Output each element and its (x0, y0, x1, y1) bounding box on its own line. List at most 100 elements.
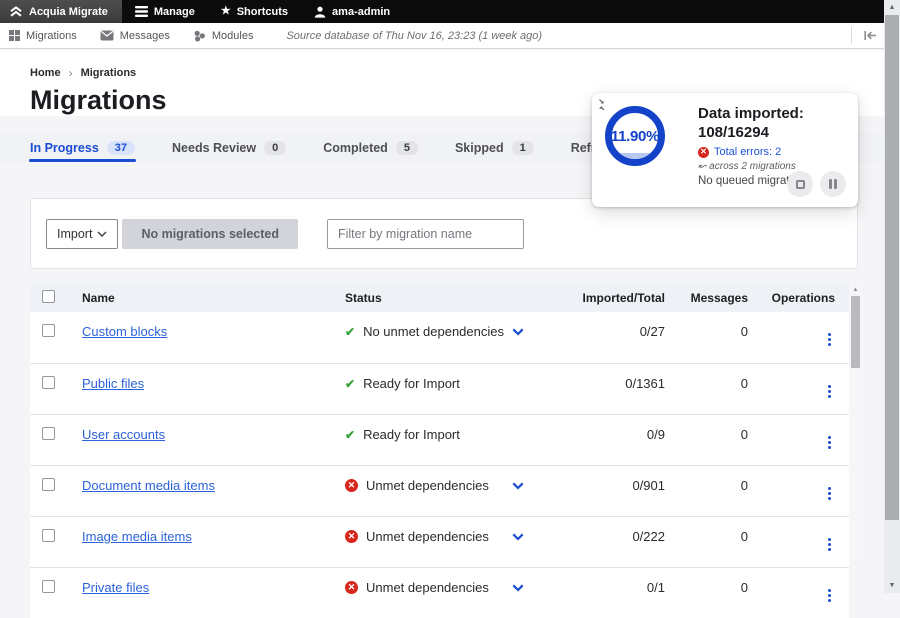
row-operations-cell (748, 529, 849, 553)
expand-chevron-icon[interactable] (512, 584, 524, 592)
migrations-table: Name Status Imported/Total Messages Oper… (30, 284, 862, 560)
error-icon: ✕ (345, 530, 358, 543)
migration-name-link[interactable]: Image media items (82, 529, 192, 544)
tab-skipped[interactable]: Skipped1 (455, 133, 534, 162)
kebab-menu-icon[interactable] (824, 383, 835, 400)
stop-import-button[interactable] (787, 171, 813, 197)
acquia-migrate-brand[interactable]: Acquia Migrate (0, 0, 122, 23)
user-menu[interactable]: ama-admin (301, 0, 403, 23)
table-row: Document media items✕Unmet dependencies0… (30, 465, 849, 516)
row-checkbox-cell (30, 324, 82, 340)
row-status-cell: ✔Ready for Import (345, 376, 560, 391)
migration-name-link[interactable]: Custom blocks (82, 324, 167, 339)
expand-chevron-icon[interactable] (512, 328, 524, 336)
migration-name-link[interactable]: User accounts (82, 427, 165, 442)
row-operations-cell (748, 478, 849, 502)
select-all-checkbox[interactable] (42, 290, 55, 303)
migration-name-filter-input[interactable] (327, 219, 524, 249)
expand-chevron-icon[interactable] (512, 482, 524, 490)
data-imported-count: 108/16294 (698, 123, 850, 142)
status-label: Unmet dependencies (366, 478, 489, 493)
tab-in-progress[interactable]: In Progress 37 (30, 133, 135, 162)
acquia-logo-icon (9, 5, 23, 18)
row-name-cell: Image media items (82, 529, 345, 544)
kebab-menu-icon[interactable] (824, 536, 835, 553)
table-scrollbar[interactable]: ▲ (849, 284, 862, 560)
kebab-menu-icon[interactable] (824, 331, 835, 348)
tab-label: In Progress (30, 141, 99, 155)
page-scrollbar-thumb[interactable] (885, 15, 899, 520)
shortcuts-menu[interactable]: ★ Shortcuts (208, 0, 301, 23)
toolbar-item-migrations[interactable]: Migrations (9, 30, 77, 42)
row-checkbox[interactable] (42, 324, 55, 337)
status-label: Unmet dependencies (366, 529, 489, 544)
pin-left-icon (863, 30, 878, 41)
migration-name-link[interactable]: Public files (82, 376, 144, 391)
kebab-menu-icon[interactable] (824, 485, 835, 502)
pause-import-button[interactable] (820, 171, 846, 197)
manage-menu[interactable]: Manage (122, 0, 208, 23)
row-checkbox-cell (30, 427, 82, 443)
tab-needs-review[interactable]: Needs Review0 (172, 133, 286, 162)
messages-count: 0 (665, 376, 748, 391)
admin-toolbar: Acquia Migrate Manage ★ Shortcuts ama-ad… (0, 0, 900, 23)
error-icon: ✕ (698, 147, 709, 158)
expand-chevron-icon[interactable] (512, 533, 524, 541)
import-progress-card: 11.90% Data imported: 108/16294 ✕ Total … (592, 93, 858, 207)
kebab-menu-icon[interactable] (824, 587, 835, 604)
status-label: Ready for Import (363, 376, 460, 391)
migration-name-link[interactable]: Document media items (82, 478, 215, 493)
row-checkbox-cell (30, 478, 82, 494)
row-checkbox-cell (30, 376, 82, 392)
row-checkbox-cell (30, 580, 82, 596)
row-checkbox[interactable] (42, 376, 55, 389)
main-content: Import No migrations selected Name Statu… (0, 162, 900, 560)
progress-ring: 11.90% (605, 106, 665, 166)
modules-icon (193, 30, 206, 42)
row-operations-cell (748, 427, 849, 451)
breadcrumb-current-link[interactable]: Migrations (81, 67, 137, 79)
breadcrumb-home-link[interactable]: Home (30, 67, 61, 79)
table-header-row: Name Status Imported/Total Messages Oper… (30, 284, 849, 312)
status-label: No unmet dependencies (363, 324, 504, 339)
envelope-icon (100, 30, 114, 41)
row-checkbox[interactable] (42, 427, 55, 440)
row-checkbox[interactable] (42, 478, 55, 491)
column-header-status: Status (345, 291, 560, 305)
row-name-cell: Document media items (82, 478, 345, 493)
total-errors-link[interactable]: ✕ Total errors: 2 (698, 146, 850, 158)
toolbar-item-messages[interactable]: Messages (100, 30, 170, 42)
row-checkbox[interactable] (42, 580, 55, 593)
messages-label: Messages (120, 30, 170, 42)
kebab-menu-icon[interactable] (824, 434, 835, 451)
tab-completed[interactable]: Completed5 (323, 133, 418, 162)
filter-bar: Import No migrations selected (30, 198, 858, 269)
progress-ring-fill (612, 153, 658, 159)
column-header-messages: Messages (665, 291, 748, 305)
toolbar-item-modules[interactable]: Modules (193, 30, 254, 42)
total-errors-label: Total errors: 2 (714, 146, 781, 158)
tab-count-badge: 5 (396, 141, 418, 155)
imported-total-value: 0/1361 (560, 376, 665, 391)
table-row: User accounts✔Ready for Import0/90 (30, 414, 849, 465)
messages-count: 0 (665, 427, 748, 442)
scroll-down-icon[interactable]: ▼ (884, 578, 900, 593)
row-checkbox[interactable] (42, 529, 55, 542)
across-label: across 2 migrations (709, 161, 796, 172)
tab-label: Needs Review (172, 141, 256, 155)
manage-label: Manage (154, 6, 195, 18)
row-operations-cell (748, 324, 849, 348)
check-icon: ✔ (345, 429, 355, 441)
toolbar-collapse-button[interactable] (851, 27, 878, 44)
tab-count-badge: 37 (107, 141, 135, 155)
breadcrumb: Home › Migrations (30, 66, 900, 80)
progress-percent: 11.90% (611, 128, 659, 145)
table-scrollbar-thumb[interactable] (851, 296, 860, 368)
admin-secondary-toolbar: Migrations Messages Modules Source datab… (0, 23, 900, 49)
scroll-up-icon[interactable]: ▲ (884, 0, 900, 15)
scroll-up-icon[interactable]: ▲ (853, 284, 859, 295)
import-dropdown-button[interactable]: Import (46, 219, 118, 249)
page-scrollbar[interactable]: ▲ ▼ (884, 0, 900, 593)
brand-label: Acquia Migrate (29, 6, 108, 18)
collapse-card-icon[interactable] (597, 97, 611, 116)
